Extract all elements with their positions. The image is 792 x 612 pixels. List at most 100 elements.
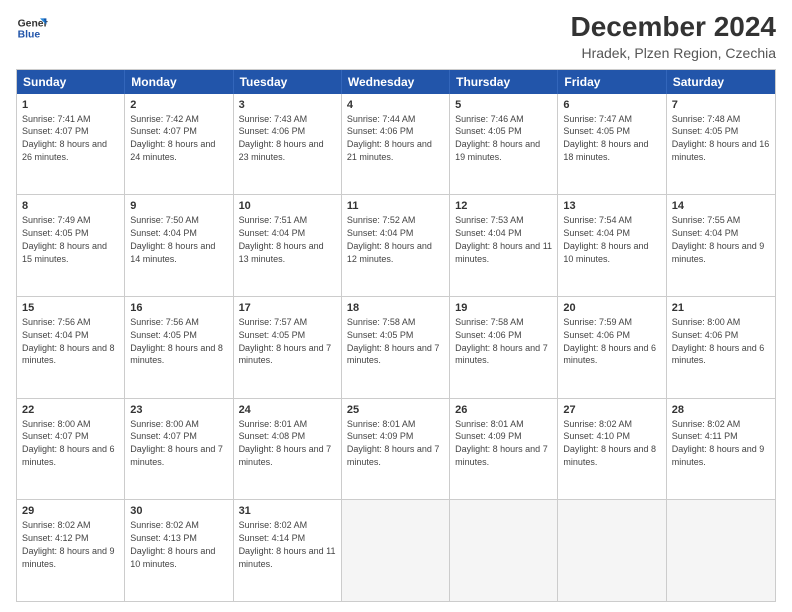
day-info: Sunrise: 7:55 AMSunset: 4:04 PMDaylight:…: [672, 215, 765, 263]
day-info: Sunrise: 7:44 AMSunset: 4:06 PMDaylight:…: [347, 114, 432, 162]
day-info: Sunrise: 7:52 AMSunset: 4:04 PMDaylight:…: [347, 215, 432, 263]
title-block: December 2024 Hradek, Plzen Region, Czec…: [571, 12, 776, 61]
day-number: 1: [22, 98, 119, 113]
calendar-cell: 19Sunrise: 7:58 AMSunset: 4:06 PMDayligh…: [450, 297, 558, 398]
calendar-cell: 1Sunrise: 7:41 AMSunset: 4:07 PMDaylight…: [17, 94, 125, 195]
day-info: Sunrise: 7:56 AMSunset: 4:05 PMDaylight:…: [130, 317, 223, 365]
calendar-cell: 25Sunrise: 8:01 AMSunset: 4:09 PMDayligh…: [342, 399, 450, 500]
calendar-cell: [450, 500, 558, 601]
calendar-cell: 27Sunrise: 8:02 AMSunset: 4:10 PMDayligh…: [558, 399, 666, 500]
day-number: 6: [563, 98, 660, 113]
calendar-cell: 24Sunrise: 8:01 AMSunset: 4:08 PMDayligh…: [234, 399, 342, 500]
day-number: 11: [347, 199, 444, 214]
day-info: Sunrise: 8:01 AMSunset: 4:09 PMDaylight:…: [455, 419, 548, 467]
calendar-cell: 22Sunrise: 8:00 AMSunset: 4:07 PMDayligh…: [17, 399, 125, 500]
day-number: 24: [239, 403, 336, 418]
calendar-cell: 2Sunrise: 7:42 AMSunset: 4:07 PMDaylight…: [125, 94, 233, 195]
day-info: Sunrise: 7:42 AMSunset: 4:07 PMDaylight:…: [130, 114, 215, 162]
day-info: Sunrise: 8:00 AMSunset: 4:06 PMDaylight:…: [672, 317, 765, 365]
calendar-cell: 8Sunrise: 7:49 AMSunset: 4:05 PMDaylight…: [17, 195, 125, 296]
day-number: 27: [563, 403, 660, 418]
day-number: 29: [22, 504, 119, 519]
day-info: Sunrise: 8:00 AMSunset: 4:07 PMDaylight:…: [130, 419, 223, 467]
day-number: 7: [672, 98, 770, 113]
day-number: 19: [455, 301, 552, 316]
calendar-cell: 15Sunrise: 7:56 AMSunset: 4:04 PMDayligh…: [17, 297, 125, 398]
day-info: Sunrise: 8:00 AMSunset: 4:07 PMDaylight:…: [22, 419, 115, 467]
calendar-cell: 9Sunrise: 7:50 AMSunset: 4:04 PMDaylight…: [125, 195, 233, 296]
day-number: 16: [130, 301, 227, 316]
day-number: 4: [347, 98, 444, 113]
calendar-cell: 3Sunrise: 7:43 AMSunset: 4:06 PMDaylight…: [234, 94, 342, 195]
calendar: Sunday Monday Tuesday Wednesday Thursday…: [16, 69, 776, 602]
calendar-cell: 30Sunrise: 8:02 AMSunset: 4:13 PMDayligh…: [125, 500, 233, 601]
calendar-week-2: 8Sunrise: 7:49 AMSunset: 4:05 PMDaylight…: [17, 194, 775, 296]
header: General Blue December 2024 Hradek, Plzen…: [16, 12, 776, 61]
day-number: 23: [130, 403, 227, 418]
day-number: 14: [672, 199, 770, 214]
header-monday: Monday: [125, 70, 233, 94]
day-info: Sunrise: 7:41 AMSunset: 4:07 PMDaylight:…: [22, 114, 107, 162]
day-number: 18: [347, 301, 444, 316]
day-number: 30: [130, 504, 227, 519]
svg-text:Blue: Blue: [18, 30, 41, 41]
calendar-week-1: 1Sunrise: 7:41 AMSunset: 4:07 PMDaylight…: [17, 94, 775, 195]
calendar-cell: [667, 500, 775, 601]
calendar-week-3: 15Sunrise: 7:56 AMSunset: 4:04 PMDayligh…: [17, 296, 775, 398]
header-tuesday: Tuesday: [234, 70, 342, 94]
day-info: Sunrise: 7:53 AMSunset: 4:04 PMDaylight:…: [455, 215, 552, 263]
day-number: 20: [563, 301, 660, 316]
main-title: December 2024: [571, 12, 776, 43]
calendar-cell: 13Sunrise: 7:54 AMSunset: 4:04 PMDayligh…: [558, 195, 666, 296]
header-thursday: Thursday: [450, 70, 558, 94]
calendar-cell: 4Sunrise: 7:44 AMSunset: 4:06 PMDaylight…: [342, 94, 450, 195]
calendar-cell: [342, 500, 450, 601]
day-info: Sunrise: 7:48 AMSunset: 4:05 PMDaylight:…: [672, 114, 770, 162]
calendar-cell: [558, 500, 666, 601]
calendar-cell: 20Sunrise: 7:59 AMSunset: 4:06 PMDayligh…: [558, 297, 666, 398]
calendar-cell: 21Sunrise: 8:00 AMSunset: 4:06 PMDayligh…: [667, 297, 775, 398]
day-info: Sunrise: 8:02 AMSunset: 4:12 PMDaylight:…: [22, 520, 115, 568]
calendar-cell: 16Sunrise: 7:56 AMSunset: 4:05 PMDayligh…: [125, 297, 233, 398]
header-sunday: Sunday: [17, 70, 125, 94]
day-number: 21: [672, 301, 770, 316]
day-info: Sunrise: 8:02 AMSunset: 4:14 PMDaylight:…: [239, 520, 336, 568]
calendar-cell: 26Sunrise: 8:01 AMSunset: 4:09 PMDayligh…: [450, 399, 558, 500]
day-number: 9: [130, 199, 227, 214]
calendar-week-4: 22Sunrise: 8:00 AMSunset: 4:07 PMDayligh…: [17, 398, 775, 500]
day-info: Sunrise: 8:02 AMSunset: 4:11 PMDaylight:…: [672, 419, 765, 467]
day-info: Sunrise: 7:43 AMSunset: 4:06 PMDaylight:…: [239, 114, 324, 162]
calendar-cell: 29Sunrise: 8:02 AMSunset: 4:12 PMDayligh…: [17, 500, 125, 601]
day-info: Sunrise: 7:51 AMSunset: 4:04 PMDaylight:…: [239, 215, 324, 263]
calendar-cell: 23Sunrise: 8:00 AMSunset: 4:07 PMDayligh…: [125, 399, 233, 500]
calendar-cell: 28Sunrise: 8:02 AMSunset: 4:11 PMDayligh…: [667, 399, 775, 500]
day-info: Sunrise: 7:56 AMSunset: 4:04 PMDaylight:…: [22, 317, 115, 365]
calendar-cell: 10Sunrise: 7:51 AMSunset: 4:04 PMDayligh…: [234, 195, 342, 296]
page: General Blue December 2024 Hradek, Plzen…: [0, 0, 792, 612]
day-number: 12: [455, 199, 552, 214]
day-number: 3: [239, 98, 336, 113]
logo-icon: General Blue: [16, 12, 48, 44]
day-info: Sunrise: 7:50 AMSunset: 4:04 PMDaylight:…: [130, 215, 215, 263]
logo: General Blue: [16, 12, 48, 44]
day-info: Sunrise: 7:47 AMSunset: 4:05 PMDaylight:…: [563, 114, 648, 162]
day-number: 2: [130, 98, 227, 113]
day-number: 10: [239, 199, 336, 214]
day-info: Sunrise: 8:02 AMSunset: 4:10 PMDaylight:…: [563, 419, 656, 467]
day-number: 13: [563, 199, 660, 214]
calendar-cell: 18Sunrise: 7:58 AMSunset: 4:05 PMDayligh…: [342, 297, 450, 398]
day-number: 8: [22, 199, 119, 214]
day-number: 5: [455, 98, 552, 113]
header-friday: Friday: [558, 70, 666, 94]
calendar-cell: 11Sunrise: 7:52 AMSunset: 4:04 PMDayligh…: [342, 195, 450, 296]
calendar-cell: 6Sunrise: 7:47 AMSunset: 4:05 PMDaylight…: [558, 94, 666, 195]
header-saturday: Saturday: [667, 70, 775, 94]
calendar-cell: 7Sunrise: 7:48 AMSunset: 4:05 PMDaylight…: [667, 94, 775, 195]
calendar-cell: 31Sunrise: 8:02 AMSunset: 4:14 PMDayligh…: [234, 500, 342, 601]
day-number: 31: [239, 504, 336, 519]
day-number: 25: [347, 403, 444, 418]
day-info: Sunrise: 8:01 AMSunset: 4:09 PMDaylight:…: [347, 419, 440, 467]
calendar-cell: 12Sunrise: 7:53 AMSunset: 4:04 PMDayligh…: [450, 195, 558, 296]
day-info: Sunrise: 7:46 AMSunset: 4:05 PMDaylight:…: [455, 114, 540, 162]
day-number: 28: [672, 403, 770, 418]
